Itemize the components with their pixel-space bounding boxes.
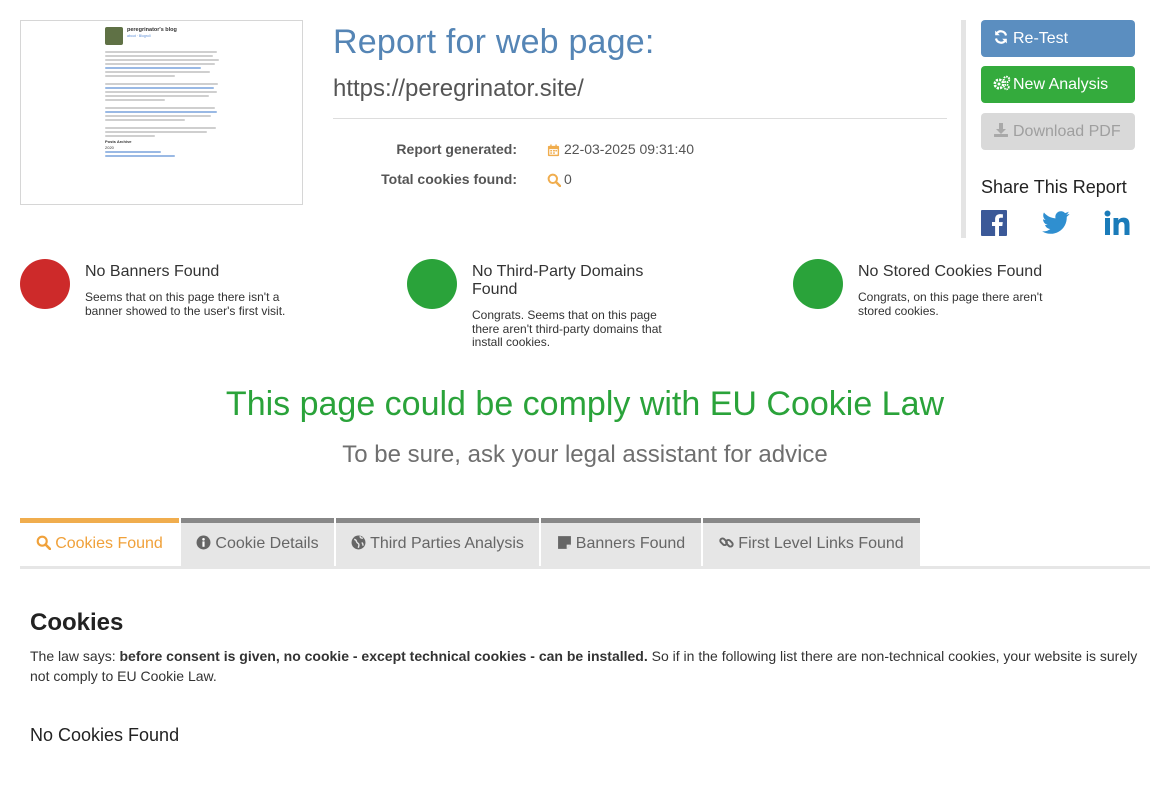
total-cookies-value: 0 [564,171,572,187]
retest-label: Re-Test [1013,30,1069,47]
sticky-note-icon [557,525,572,549]
gears-icon [993,68,1011,91]
thumbnail-avatar [105,27,123,45]
law-emphasis: before consent is given, no cookie - exc… [119,648,648,664]
header-divider [333,118,947,119]
new-analysis-label: New Analysis [1013,76,1109,93]
total-cookies-value-wrap: 0 [547,169,572,189]
tab-third-parties-analysis[interactable]: Third Parties Analysis [336,518,539,566]
report-generated-label: Report generated: [396,141,517,157]
tab-cookies-found-label: Cookies Found [55,535,163,552]
tab-cookie-details-label: Cookie Details [215,535,319,552]
tab-third-parties-analysis-label: Third Parties Analysis [370,535,524,552]
info-icon [196,525,211,550]
tab-banners-found[interactable]: Banners Found [541,518,701,566]
new-analysis-button[interactable]: New Analysis [981,66,1135,103]
third-party-status-indicator [407,259,457,309]
search-icon [36,525,52,551]
stored-cookies-status-description: Congrats, on this page there aren't stor… [858,290,1043,318]
legal-advice: To be sure, ask your legal assistant for… [342,441,828,468]
tab-cookie-details[interactable]: Cookie Details [181,518,334,566]
calendar-icon [547,144,561,157]
page-screenshot-thumbnail: peregrinator's blog about · Blogroll Pos… [20,20,303,205]
refresh-icon [993,22,1009,44]
page-title: Report for web page: [333,23,655,61]
compliance-verdict: This page could be comply with EU Cookie… [225,385,945,423]
law-prefix: The law says: [30,648,120,664]
tab-banners-found-label: Banners Found [575,535,686,552]
thumbnail-text-lines [105,51,221,137]
cookies-section-title: Cookies [30,609,124,636]
twitter-share-icon[interactable] [1042,210,1070,236]
thumbnail-blog-nav: about · Blogroll [127,34,151,38]
link-icon [719,525,734,548]
thumbnail-header: peregrinator's blog about · Blogroll [105,27,221,45]
facebook-share-icon[interactable] [981,210,1009,236]
tab-cookies-found[interactable]: Cookies Found [20,518,179,566]
thumbnail-blog-title: peregrinator's blog [127,27,177,33]
report-url: https://peregrinator.site/ [333,75,584,102]
download-icon [993,115,1009,137]
report-header: Report for web page: https://peregrinato… [333,20,947,119]
cookie-law-explanation: The law says: before consent is given, n… [30,646,1140,686]
no-cookies-found-message: No Cookies Found [30,725,180,745]
retest-button[interactable]: Re-Test [981,20,1135,57]
total-cookies-label: Total cookies found: [381,171,517,187]
stored-cookies-status-title: No Stored Cookies Found [858,263,1043,280]
share-title: Share This Report [981,177,1127,197]
third-party-status-description: Congrats. Seems that on this page there … [472,308,662,349]
report-generated-value-wrap: 22-03-2025 09:31:40 [547,139,694,159]
stored-cookies-status-indicator [793,259,843,309]
banners-status-title: No Banners Found [85,263,220,280]
report-generated-value: 22-03-2025 09:31:40 [564,141,694,157]
linkedin-share-icon[interactable] [1103,210,1131,236]
report-tabs: Cookies Found Cookie Details Third Parti… [20,518,1150,569]
third-party-status-title: No Third-Party Domains Found [472,263,644,298]
download-pdf-label: Download PDF [1013,123,1121,140]
tab-first-level-links-found[interactable]: First Level Links Found [703,518,920,566]
tab-first-level-links-found-label: First Level Links Found [738,535,904,552]
report-actions-panel: Re-Test New Analysis Download PDF Share … [961,20,1151,238]
download-pdf-button[interactable]: Download PDF [981,113,1135,150]
search-icon [547,173,561,188]
total-cookies-row: Total cookies found: 0 [333,169,947,189]
report-generated-row: Report generated: 22-03-2025 09:31:40 [333,139,947,159]
banners-status-indicator [20,259,70,309]
globe-icon [351,525,366,550]
banners-status-description: Seems that on this page there isn't a ba… [85,290,286,318]
thumbnail-content: peregrinator's blog about · Blogroll Pos… [105,27,221,159]
